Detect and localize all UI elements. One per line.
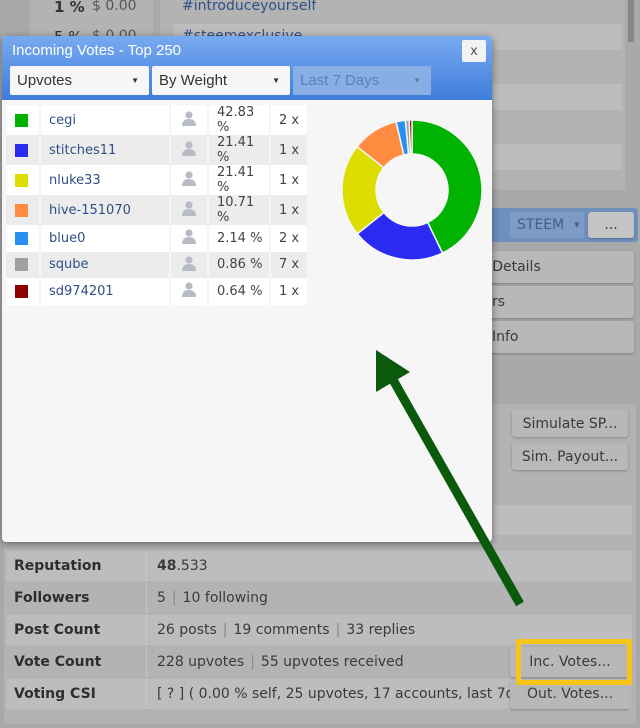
reputation-label: Reputation [14,558,102,574]
tag-link[interactable]: #introduceyourself [182,0,316,14]
sort-value: By Weight [159,72,228,89]
sort-select[interactable]: By Weight ▼ [152,66,290,95]
user-icon[interactable] [170,278,209,305]
caret-icon: ▼ [131,76,139,85]
voter-name[interactable]: hive-151070 [40,195,171,225]
voters-table: cegi 42.83 % 2 x stitches11 21.41 % 1 x … [6,105,309,305]
scrollbar[interactable] [628,0,634,42]
voter-row: blue0 2.14 % 2 x [6,225,309,252]
color-swatch-cell [6,278,41,305]
currency-select-value: STEEM [517,217,565,233]
vote-percent: 10.71 % [208,195,271,225]
voter-row: cegi 42.83 % 2 x [6,105,309,135]
details-menu-item[interactable]: r Details [470,251,634,283]
voter-row: nluke33 21.41 % 1 x [6,165,309,195]
user-icon[interactable] [170,105,209,135]
vote-count: 1 x [270,278,309,305]
voter-row: hive-151070 10.71 % 1 x [6,195,309,225]
followers-label: Followers [14,590,90,606]
user-icon[interactable] [170,251,209,279]
voter-row: sd974201 0.64 % 1 x [6,278,309,305]
vote-percent: 42.83 % [208,105,271,135]
voter-row: sqube 0.86 % 7 x [6,251,309,279]
replies-count: 33 replies [346,622,416,638]
reputation-row: Reputation 48.533 [6,551,632,581]
followers-row: Followers 5 | 10 following [6,583,632,613]
period-value: Last 7 Days [300,72,380,89]
color-swatch [15,258,28,272]
simulate-sp-button[interactable]: Simulate SP... [512,410,628,437]
voter-name[interactable]: blue0 [40,225,171,252]
vote-count: 2 x [270,225,309,252]
color-swatch [15,203,28,217]
reputation-dec: .533 [176,558,208,574]
vote-type-select[interactable]: Upvotes ▼ [10,66,149,95]
vote-count: 7 x [270,251,309,279]
followers-menu-item[interactable]: rs [470,286,634,318]
color-swatch [15,143,28,157]
top-row-amount: $ 0.00 [92,0,137,14]
vote-count: 1 x [270,135,309,165]
vote-count-label: Vote Count [14,654,102,670]
color-swatch-cell [6,135,41,165]
following-count[interactable]: 10 following [183,590,268,606]
followers-value: 5 | 10 following [146,583,632,613]
votes-donut-chart [341,119,483,261]
incoming-votes-dialog: Incoming Votes - Top 250 x Upvotes ▼ By W… [2,36,492,542]
followers-count[interactable]: 5 [157,590,166,606]
more-button[interactable]: ... [588,212,634,238]
info-menu-item[interactable]: Info [470,321,634,353]
voter-name[interactable]: cegi [40,105,171,135]
vote-count: 2 x [270,105,309,135]
color-swatch-cell [6,105,41,135]
voter-name[interactable]: sd974201 [40,278,171,305]
voter-name[interactable]: sqube [40,251,171,279]
vote-type-value: Upvotes [17,72,73,89]
user-icon[interactable] [170,195,209,225]
user-icon[interactable] [170,135,209,165]
posts-count: 26 posts [157,622,217,638]
color-swatch [15,113,28,127]
reputation-int: 48 [157,558,177,574]
vote-count: 1 x [270,195,309,225]
vote-percent: 21.41 % [208,135,271,165]
voting-csi-label: Voting CSI [14,686,96,702]
voter-name[interactable]: stitches11 [40,135,171,165]
vote-count: 1 x [270,165,309,195]
color-swatch [15,173,28,187]
close-button[interactable]: x [462,40,486,62]
color-swatch [15,231,28,245]
highlight-box [516,639,632,685]
voter-name[interactable]: nluke33 [40,165,171,195]
upvotes-received: 55 upvotes received [260,654,404,670]
sim-payout-button[interactable]: Sim. Payout... [512,443,628,470]
voter-row: stitches11 21.41 % 1 x [6,135,309,165]
dialog-titlebar[interactable]: Incoming Votes - Top 250 x Upvotes ▼ By W… [2,36,492,100]
period-select: Last 7 Days ▼ [293,66,431,95]
upvotes-count: 228 upvotes [157,654,245,670]
color-swatch-cell [6,165,41,195]
vote-percent: 2.14 % [208,225,271,252]
caret-icon: ▼ [413,76,421,85]
comments-count: 19 comments [233,622,330,638]
donut-slice-sd974201[interactable] [408,119,413,155]
currency-select[interactable]: STEEM ▼ [510,212,584,238]
caret-icon: ▼ [574,221,580,229]
reputation-value: 48.533 [146,551,632,581]
dialog-title: Incoming Votes - Top 250 [12,42,181,59]
vote-percent: 21.41 % [208,165,271,195]
post-count-label: Post Count [14,622,101,638]
user-icon[interactable] [170,225,209,252]
vote-percent: 0.64 % [208,278,271,305]
color-swatch-cell [6,251,41,279]
user-icon[interactable] [170,165,209,195]
color-swatch [15,284,28,298]
color-swatch-cell [6,195,41,225]
color-swatch-cell [6,225,41,252]
caret-icon: ▼ [272,76,280,85]
top-row-percent: 1 % [54,0,85,16]
vote-percent: 0.86 % [208,251,271,279]
